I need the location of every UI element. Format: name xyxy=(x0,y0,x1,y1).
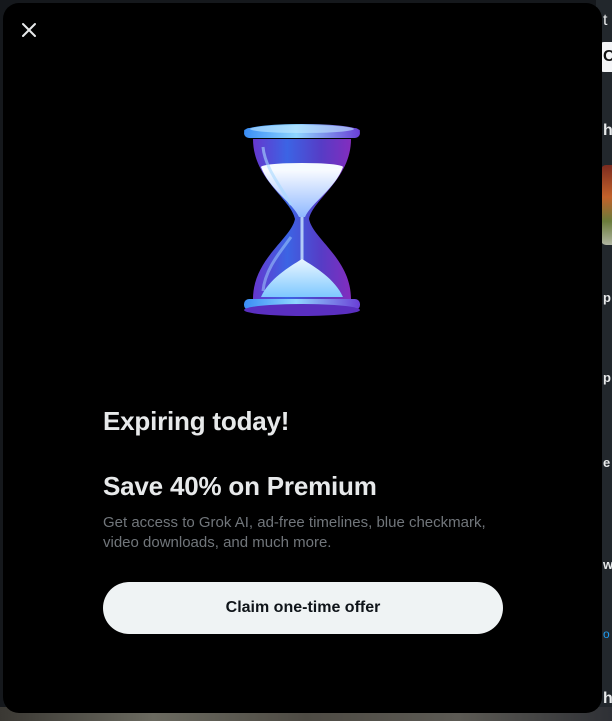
offer-title: Save 40% on Premium xyxy=(103,471,377,501)
premium-offer-modal: Expiring today! Save 40% on Premium Get … xyxy=(3,3,602,713)
background-text-fragment: w xyxy=(603,557,612,572)
background-text-fragment: e xyxy=(603,455,611,470)
offer-description: Get access to Grok AI, ad-free timelines… xyxy=(103,514,486,551)
background-text-fragment: p xyxy=(603,290,611,305)
close-button[interactable] xyxy=(14,15,44,45)
background-text-fragment: p xyxy=(603,370,611,385)
background-text-fragment: h xyxy=(603,122,612,139)
background-thumbnail xyxy=(601,165,612,245)
background-link: o xyxy=(603,627,610,641)
close-icon xyxy=(22,23,36,37)
background-text-fragment: C xyxy=(603,48,612,65)
background-text-fragment: t xyxy=(603,12,608,29)
hourglass-icon xyxy=(244,124,360,316)
hourglass-illustration xyxy=(239,119,365,319)
headline-expiring: Expiring today! xyxy=(103,406,290,436)
claim-offer-button[interactable]: Claim one-time offer xyxy=(103,582,503,634)
background-text-fragment: h xyxy=(603,690,612,707)
